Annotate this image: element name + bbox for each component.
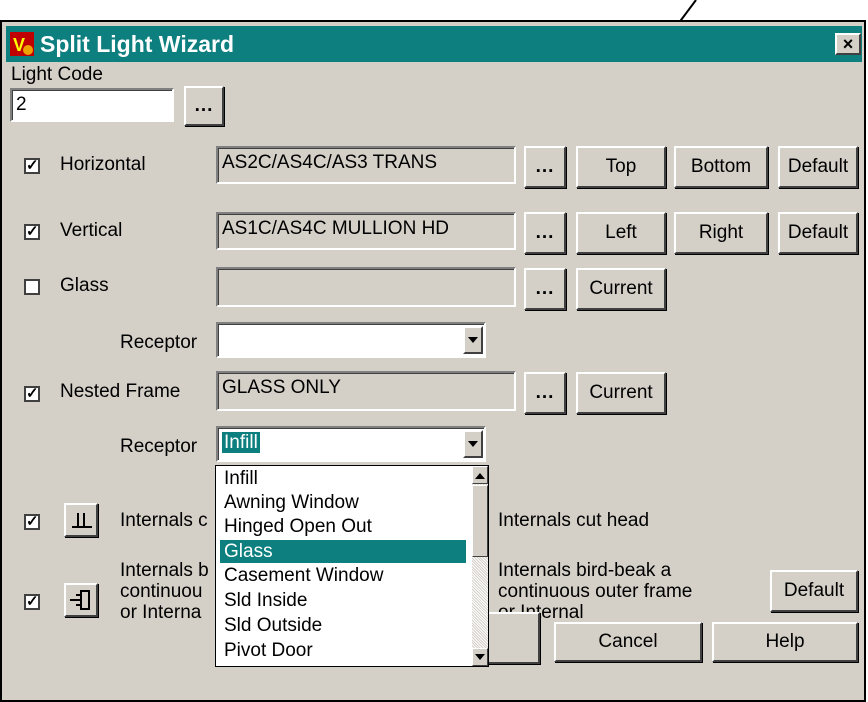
- scroll-down-button[interactable]: [472, 648, 488, 666]
- close-button[interactable]: ×: [835, 33, 861, 55]
- horizontal-default-button[interactable]: Default: [778, 146, 858, 188]
- scroll-up-button[interactable]: [472, 466, 488, 484]
- internals-birdbeak-left-line3: or Interna: [120, 602, 202, 623]
- chevron-down-icon: [468, 337, 478, 343]
- dropdown-option-pivot-door[interactable]: Pivot Door: [220, 639, 466, 662]
- internals-cut-sill-label: Internals c: [120, 510, 208, 531]
- cancel-button[interactable]: Cancel: [554, 622, 702, 662]
- dialog-window: V Split Light Wizard × Light Code 2 ... …: [0, 20, 866, 702]
- dropdown-option-sld-outside[interactable]: Sld Outside: [220, 614, 466, 637]
- vertical-checkbox[interactable]: ✓: [24, 224, 40, 240]
- nested-frame-browse-button[interactable]: ...: [524, 372, 566, 414]
- vertical-value-field[interactable]: AS1C/AS4C MULLION HD: [216, 212, 516, 250]
- internals-cut-button[interactable]: [64, 503, 98, 537]
- nested-receptor-select[interactable]: Infill: [216, 426, 486, 462]
- glass-value-field[interactable]: [216, 267, 516, 307]
- glass-receptor-select[interactable]: [216, 322, 486, 358]
- vertical-label: Vertical: [60, 220, 123, 241]
- dropdown-option-infill[interactable]: Infill: [220, 467, 466, 490]
- internals-birdbeak-right-line1: Internals bird-beak a: [498, 560, 672, 581]
- nested-frame-current-button[interactable]: Current: [576, 372, 666, 414]
- internals-birdbeak-left-line1: Internals b: [120, 560, 209, 581]
- internals-birdbeak-left-line2: continuou: [120, 581, 203, 602]
- internals-birdbeak-checkbox[interactable]: ✓: [24, 594, 40, 610]
- horizontal-checkbox[interactable]: ✓: [24, 158, 40, 174]
- nested-receptor-selected-value: Infill: [222, 432, 260, 453]
- internals-cut-head-label: Internals cut head: [498, 510, 650, 531]
- light-code-input[interactable]: 2: [10, 88, 174, 122]
- internals-default-button[interactable]: Default: [770, 570, 858, 612]
- scroll-thumb[interactable]: [472, 485, 488, 557]
- vertical-browse-button[interactable]: ...: [524, 212, 566, 254]
- chevron-down-icon: [475, 654, 485, 660]
- bottom-button[interactable]: Bottom: [674, 146, 768, 188]
- window-title: Split Light Wizard: [40, 31, 234, 57]
- nested-receptor-dropdown-button[interactable]: [463, 430, 483, 458]
- nested-receptor-label: Receptor: [120, 436, 198, 457]
- chevron-down-icon: [468, 441, 478, 447]
- tee-joint-icon: [72, 513, 92, 528]
- horizontal-value-field[interactable]: AS2C/AS4C/AS3 TRANS: [216, 146, 516, 184]
- glass-browse-button[interactable]: ...: [524, 268, 566, 310]
- horizontal-label: Horizontal: [60, 154, 146, 175]
- left-button[interactable]: Left: [576, 212, 666, 254]
- dropdown-option-casement-window[interactable]: Casement Window: [220, 564, 466, 587]
- svg-text:V: V: [13, 35, 25, 55]
- app-logo-icon: V: [10, 32, 34, 56]
- light-code-browse-button[interactable]: ...: [184, 86, 224, 126]
- dropdown-option-sld-inside[interactable]: Sld Inside: [220, 589, 466, 612]
- glass-checkbox[interactable]: [24, 279, 40, 295]
- nested-frame-checkbox[interactable]: ✓: [24, 386, 40, 402]
- internals-cut-checkbox[interactable]: ✓: [24, 514, 40, 530]
- title-bar[interactable]: V Split Light Wizard ×: [6, 26, 862, 62]
- help-button[interactable]: Help: [712, 622, 858, 662]
- dropdown-option-hinged-open-out[interactable]: Hinged Open Out: [220, 515, 466, 538]
- glass-receptor-dropdown-button[interactable]: [463, 326, 483, 354]
- chevron-up-icon: [475, 473, 485, 479]
- nested-frame-label: Nested Frame: [60, 381, 181, 402]
- internals-birdbeak-button[interactable]: [64, 583, 98, 617]
- receptor-dropdown-list[interactable]: Infill Awning Window Hinged Open Out Gla…: [215, 465, 489, 667]
- dropdown-option-glass[interactable]: Glass: [220, 540, 466, 563]
- dropdown-option-awning-window[interactable]: Awning Window: [220, 491, 466, 514]
- light-code-label: Light Code: [11, 64, 103, 85]
- glass-receptor-label: Receptor: [120, 332, 198, 353]
- vertical-default-button[interactable]: Default: [778, 212, 858, 254]
- right-button[interactable]: Right: [674, 212, 768, 254]
- nested-frame-value-field[interactable]: GLASS ONLY: [216, 371, 516, 411]
- internals-birdbeak-right-line2: continuous outer frame: [498, 581, 693, 602]
- frame-joint-icon: [70, 590, 90, 610]
- glass-label: Glass: [60, 275, 109, 296]
- glass-current-button[interactable]: Current: [576, 268, 666, 310]
- horizontal-browse-button[interactable]: ...: [524, 146, 566, 188]
- dropdown-scrollbar[interactable]: [472, 466, 488, 666]
- top-button[interactable]: Top: [576, 146, 666, 188]
